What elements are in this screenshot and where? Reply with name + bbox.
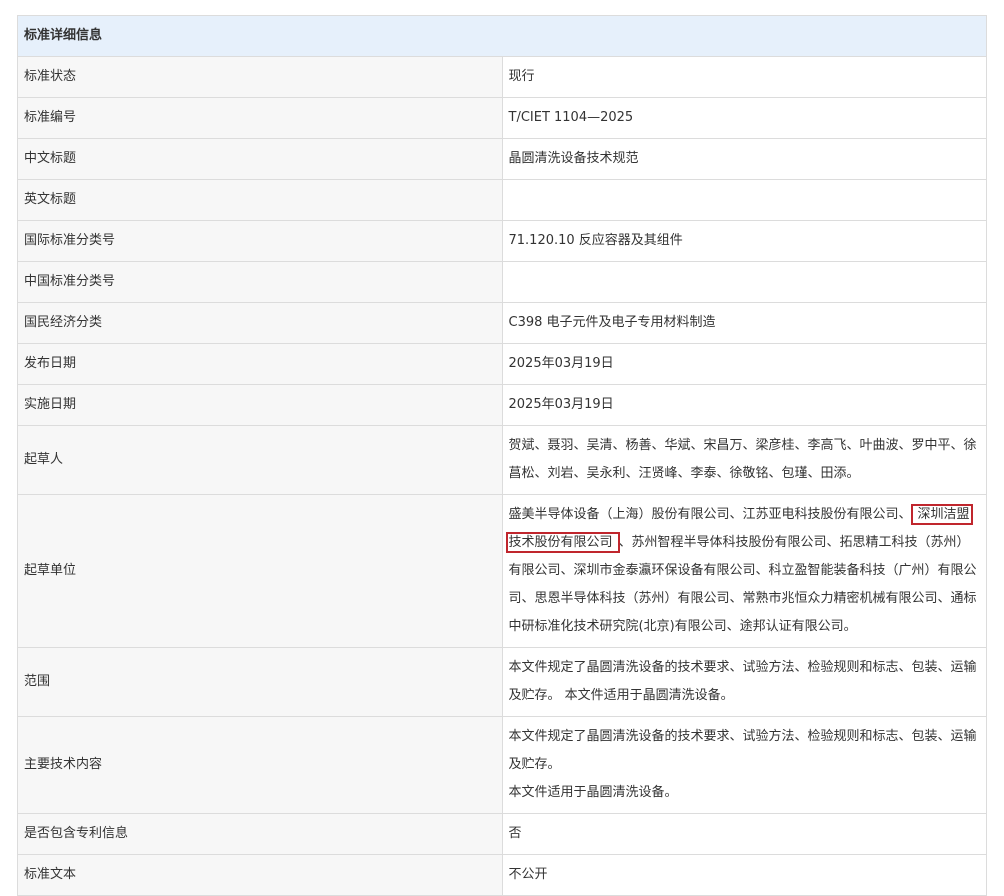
row-value-cn-title: 晶圆清洗设备技术规范 [501, 138, 987, 180]
table-row: 实施日期 2025年03月19日 [17, 384, 987, 426]
row-label-standard-text: 标准文本 [17, 854, 503, 896]
table-row: 范围 本文件规定了晶圆清洗设备的技术要求、试验方法、检验规则和标志、包装、运输及… [17, 647, 987, 717]
standard-detail-table: 标准详细信息 标准状态 现行 标准编号 T/CIET 1104—2025 中文标… [17, 15, 987, 896]
row-value-economy: C398 电子元件及电子专用材料制造 [501, 302, 987, 344]
table-row: 中文标题 晶圆清洗设备技术规范 [17, 138, 987, 180]
table-row: 主要技术内容 本文件规定了晶圆清洗设备的技术要求、试验方法、检验规则和标志、包装… [17, 716, 987, 814]
row-value-drafting-units: 盛美半导体设备（上海）股份有限公司、江苏亚电科技股份有限公司、 深圳洁盟技术股份有… [501, 494, 987, 648]
drafting-units-text-before: 盛美半导体设备（上海）股份有限公司、江苏亚电科技股份有限公司、 [508, 507, 912, 522]
table-header-row: 标准详细信息 [17, 15, 987, 57]
row-value-drafters: 贺斌、聂羽、吴清、杨善、华斌、宋昌万、梁彦桂、李高飞、叶曲波、罗中平、徐菖松、刘… [501, 425, 987, 495]
table-row: 起草人 贺斌、聂羽、吴清、杨善、华斌、宋昌万、梁彦桂、李高飞、叶曲波、罗中平、徐… [17, 425, 987, 495]
table-row: 标准状态 现行 [17, 56, 987, 98]
table-row: 标准文本 不公开 [17, 854, 987, 896]
table-row: 是否包含专利信息 否 [17, 813, 987, 855]
table-row: 中国标准分类号 [17, 261, 987, 303]
row-value-ccs [501, 261, 987, 303]
row-value-patent: 否 [501, 813, 987, 855]
row-label-number: 标准编号 [17, 97, 503, 139]
row-value-publish-date: 2025年03月19日 [501, 343, 987, 385]
row-label-scope: 范围 [17, 647, 503, 717]
row-label-main-content: 主要技术内容 [17, 716, 503, 814]
table-row: 国际标准分类号 71.120.10 反应容器及其组件 [17, 220, 987, 262]
table-row: 英文标题 [17, 179, 987, 221]
row-label-cn-title: 中文标题 [17, 138, 503, 180]
row-label-ics: 国际标准分类号 [17, 220, 503, 262]
table-row: 起草单位 盛美半导体设备（上海）股份有限公司、江苏亚电科技股份有限公司、 深圳洁盟… [17, 494, 987, 648]
row-value-status: 现行 [501, 56, 987, 98]
row-label-status: 标准状态 [17, 56, 503, 98]
row-value-en-title [501, 179, 987, 221]
row-label-ccs: 中国标准分类号 [17, 261, 503, 303]
main-content-line-1: 本文件规定了晶圆清洗设备的技术要求、试验方法、检验规则和标志、包装、运输及贮存。 [508, 729, 977, 772]
row-value-scope: 本文件规定了晶圆清洗设备的技术要求、试验方法、检验规则和标志、包装、运输及贮存。… [501, 647, 987, 717]
row-label-patent: 是否包含专利信息 [17, 813, 503, 855]
row-label-economy: 国民经济分类 [17, 302, 503, 344]
row-value-ics: 71.120.10 反应容器及其组件 [501, 220, 987, 262]
table-row: 国民经济分类 C398 电子元件及电子专用材料制造 [17, 302, 987, 344]
row-value-standard-text: 不公开 [501, 854, 987, 896]
main-content-line-2: 本文件适用于晶圆清洗设备。 [508, 785, 678, 800]
row-label-drafting-units: 起草单位 [17, 494, 503, 648]
row-value-main-content: 本文件规定了晶圆清洗设备的技术要求、试验方法、检验规则和标志、包装、运输及贮存。… [501, 716, 987, 814]
row-value-number: T/CIET 1104—2025 [501, 97, 987, 139]
row-label-drafters: 起草人 [17, 425, 503, 495]
table-row: 标准编号 T/CIET 1104—2025 [17, 97, 987, 139]
row-label-en-title: 英文标题 [17, 179, 503, 221]
row-value-implement-date: 2025年03月19日 [501, 384, 987, 426]
table-title: 标准详细信息 [17, 15, 987, 57]
row-label-implement-date: 实施日期 [17, 384, 503, 426]
table-row: 发布日期 2025年03月19日 [17, 343, 987, 385]
row-label-publish-date: 发布日期 [17, 343, 503, 385]
